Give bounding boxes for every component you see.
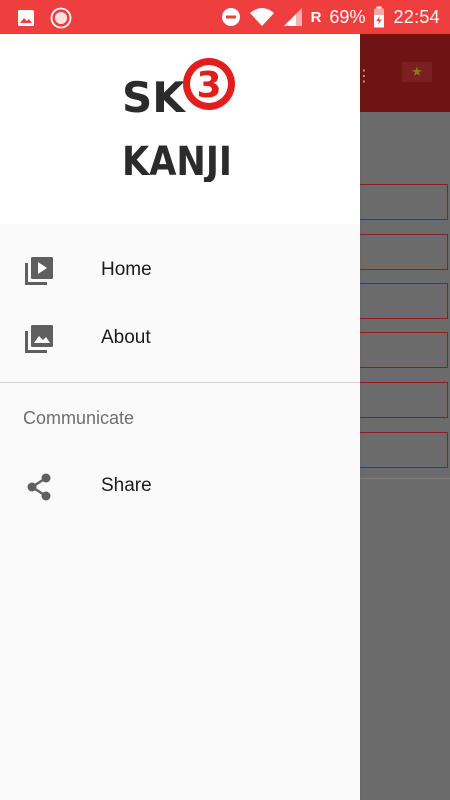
video-library-icon <box>25 257 53 285</box>
nav-item-label: Home <box>101 259 152 280</box>
sk3-kanji-logo: SK 3 KANJI <box>122 58 235 182</box>
photo-library-icon <box>25 325 53 353</box>
battery-percent: 69% <box>329 6 366 27</box>
logo-sk-text: SK <box>122 73 186 122</box>
signal-icon <box>283 8 302 26</box>
clock: 22:54 <box>393 6 440 27</box>
flag-icon: ★ <box>402 62 432 82</box>
section-divider <box>0 382 360 383</box>
list-item <box>352 382 448 418</box>
section-title: Communicate <box>23 408 135 428</box>
drawer-header: SK 3 KANJI <box>0 34 360 224</box>
image-icon <box>18 10 34 26</box>
list-item <box>352 432 448 468</box>
share-icon <box>27 473 51 501</box>
logo-kanji-text: KANJI <box>122 139 232 182</box>
nav-item-share[interactable]: Share <box>0 452 360 520</box>
nav-item-label: Share <box>101 475 152 496</box>
list-item <box>352 184 448 220</box>
list-item <box>352 234 448 270</box>
network-label: R <box>310 8 322 26</box>
list-item <box>352 332 448 368</box>
record-icon <box>50 7 72 29</box>
wifi-icon <box>249 8 274 26</box>
navigation-drawer: SK 3 KANJI Home About Communicate Share <box>0 34 360 800</box>
divider <box>352 478 450 479</box>
logo-number: 3 <box>196 65 221 106</box>
list-item <box>352 283 448 319</box>
nav-item-label: About <box>101 327 151 348</box>
status-bar: R 69% 22:54 <box>0 0 450 34</box>
nav-item-about[interactable]: About <box>0 304 360 372</box>
nav-item-home[interactable]: Home <box>0 236 360 304</box>
battery-icon <box>374 6 385 28</box>
dnd-icon <box>221 8 240 26</box>
